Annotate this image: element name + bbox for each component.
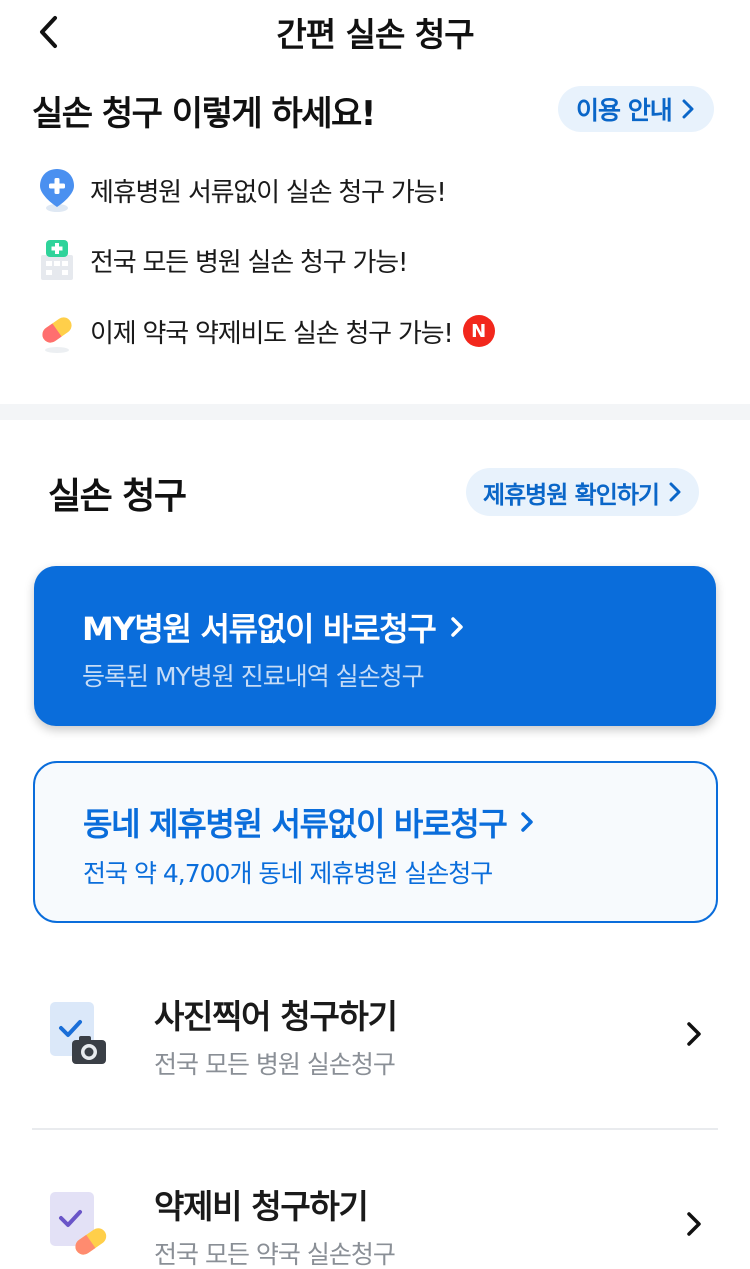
usage-guide-label: 이용 안내 — [576, 96, 673, 125]
chevron-right-icon — [682, 99, 694, 119]
usage-guide-button[interactable]: 이용 안내 — [558, 86, 714, 132]
my-hospital-claim-subtitle: 등록된 MY병원 진료내역 실손청구 — [82, 662, 425, 691]
section-title: 실손 청구 — [48, 476, 187, 517]
partner-hospital-label: 제휴병원 확인하기 — [483, 480, 660, 509]
chevron-right-icon — [520, 811, 534, 833]
row-subtitle: 전국 모든 약국 실손청구 — [154, 1240, 396, 1269]
feature-text: 전국 모든 병원 실손 청구 가능! — [90, 247, 408, 278]
local-partner-claim-card[interactable]: 동네 제휴병원 서류없이 바로청구 전국 약 4,700개 동네 제휴병원 실손… — [33, 761, 718, 923]
partner-hospital-button[interactable]: 제휴병원 확인하기 — [466, 468, 699, 516]
local-partner-claim-title: 동네 제휴병원 서류없이 바로청구 — [83, 799, 534, 845]
photo-claim-row[interactable]: 사진찍어 청구하기 전국 모든 병원 실손청구 — [32, 968, 718, 1098]
section-divider — [0, 404, 750, 420]
feature-item-partner: 제휴병원 서류없이 실손 청구 가능! — [38, 167, 447, 213]
chevron-right-icon — [450, 616, 464, 638]
row-title: 사진찍어 청구하기 — [154, 997, 398, 1036]
card-title-text: MY병원 서류없이 바로청구 — [82, 610, 437, 648]
chevron-right-icon — [669, 482, 681, 502]
feature-item-pharmacy: 이제 약국 약제비도 실손 청구 가능! N — [38, 308, 495, 354]
pill-document-icon — [46, 1188, 110, 1258]
camera-document-icon — [46, 998, 110, 1068]
feature-text: 이제 약국 약제비도 실손 청구 가능! — [90, 318, 454, 349]
chevron-right-icon — [682, 1018, 706, 1050]
feature-text: 제휴병원 서류없이 실손 청구 가능! — [90, 177, 447, 208]
list-divider — [32, 1128, 718, 1130]
hospital-building-icon — [38, 237, 76, 283]
card-title-text: 동네 제휴병원 서류없이 바로청구 — [83, 805, 508, 843]
location-pin-plus-icon — [38, 167, 76, 213]
feature-item-hospital: 전국 모든 병원 실손 청구 가능! — [38, 237, 408, 283]
chevron-right-icon — [682, 1208, 706, 1240]
pill-capsule-icon — [38, 308, 76, 354]
app-header: 간편 실손 청구 — [0, 0, 750, 60]
row-subtitle: 전국 모든 병원 실손청구 — [154, 1050, 396, 1079]
pharmacy-claim-row[interactable]: 약제비 청구하기 전국 모든 약국 실손청구 — [32, 1158, 718, 1269]
guide-title: 실손 청구 이렇게 하세요! — [32, 94, 376, 134]
row-title: 약제비 청구하기 — [154, 1187, 369, 1226]
my-hospital-claim-card[interactable]: MY병원 서류없이 바로청구 등록된 MY병원 진료내역 실손청구 — [34, 566, 716, 726]
local-partner-claim-subtitle: 전국 약 4,700개 동네 제휴병원 실손청구 — [83, 859, 493, 888]
page-title: 간편 실손 청구 — [276, 15, 474, 54]
new-badge: N — [462, 315, 495, 347]
my-hospital-claim-title: MY병원 서류없이 바로청구 — [82, 604, 464, 650]
